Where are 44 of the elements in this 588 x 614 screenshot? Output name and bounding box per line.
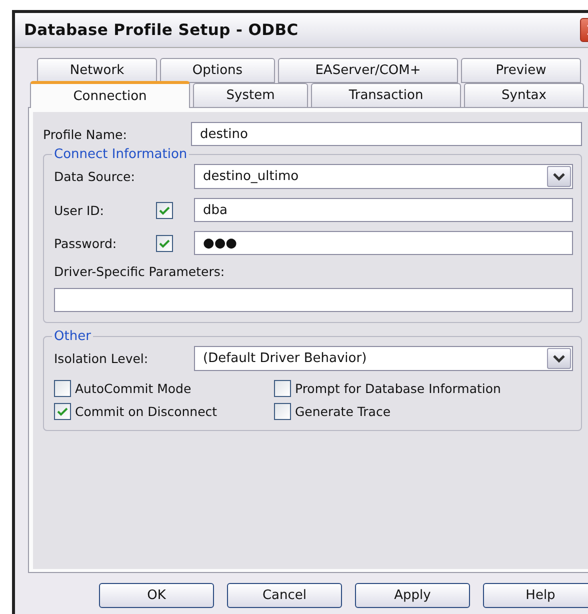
check-icon [57, 407, 68, 416]
checkbox[interactable] [54, 403, 71, 420]
tab[interactable]: Transaction [311, 83, 461, 108]
tab[interactable]: Network [37, 58, 157, 83]
tab[interactable]: Options [160, 58, 275, 83]
dialog-button[interactable]: Help [483, 583, 588, 608]
tab[interactable]: Connection [30, 81, 190, 108]
checkbox-label: Generate Trace [295, 404, 391, 419]
chevron-down-icon [553, 172, 565, 180]
dropdown[interactable]: destino_ultimo [194, 164, 573, 189]
checkbox[interactable] [274, 380, 291, 397]
checkbox-label: AutoCommit Mode [75, 381, 192, 396]
checkbox[interactable] [156, 202, 173, 218]
checkbox[interactable] [274, 403, 291, 420]
input-field[interactable]: dba [194, 198, 573, 222]
field-label: Password: [54, 236, 118, 250]
window-title: Database Profile Setup - ODBC [24, 21, 298, 39]
checkbox-label: Commit on Disconnect [75, 404, 218, 419]
field-label: Data Source: [54, 169, 136, 184]
chevron-down-icon [553, 354, 565, 362]
tab[interactable]: EAServer/COM+ [278, 58, 458, 83]
field-label: Driver-Specific Parameters: [54, 264, 226, 279]
dropdown[interactable]: (Default Driver Behavior) [194, 346, 573, 371]
field-label: Profile Name: [43, 126, 128, 142]
input-field[interactable]: ●●● [194, 231, 573, 255]
field-label: Isolation Level: [54, 351, 150, 366]
tab[interactable]: Syntax [464, 83, 584, 108]
group-title: Other [53, 329, 92, 344]
dialog-button[interactable]: Apply [355, 583, 470, 608]
field-label: User ID: [54, 202, 105, 218]
checkbox[interactable] [54, 380, 71, 397]
group-title: Connect Information [53, 147, 188, 162]
dropdown-button[interactable] [547, 166, 571, 187]
tab[interactable]: Preview [461, 58, 581, 83]
dropdown-button[interactable] [547, 348, 571, 369]
check-icon [159, 238, 170, 248]
dialog-button[interactable]: OK [99, 583, 214, 608]
input-field[interactable]: destino [191, 122, 582, 146]
dialog-button[interactable]: Cancel [227, 583, 342, 608]
tab[interactable]: System [193, 83, 308, 108]
checkbox[interactable] [156, 234, 173, 252]
checkbox-label: Prompt for Database Information [295, 381, 501, 396]
input-field[interactable] [54, 288, 573, 312]
check-icon [159, 206, 170, 214]
